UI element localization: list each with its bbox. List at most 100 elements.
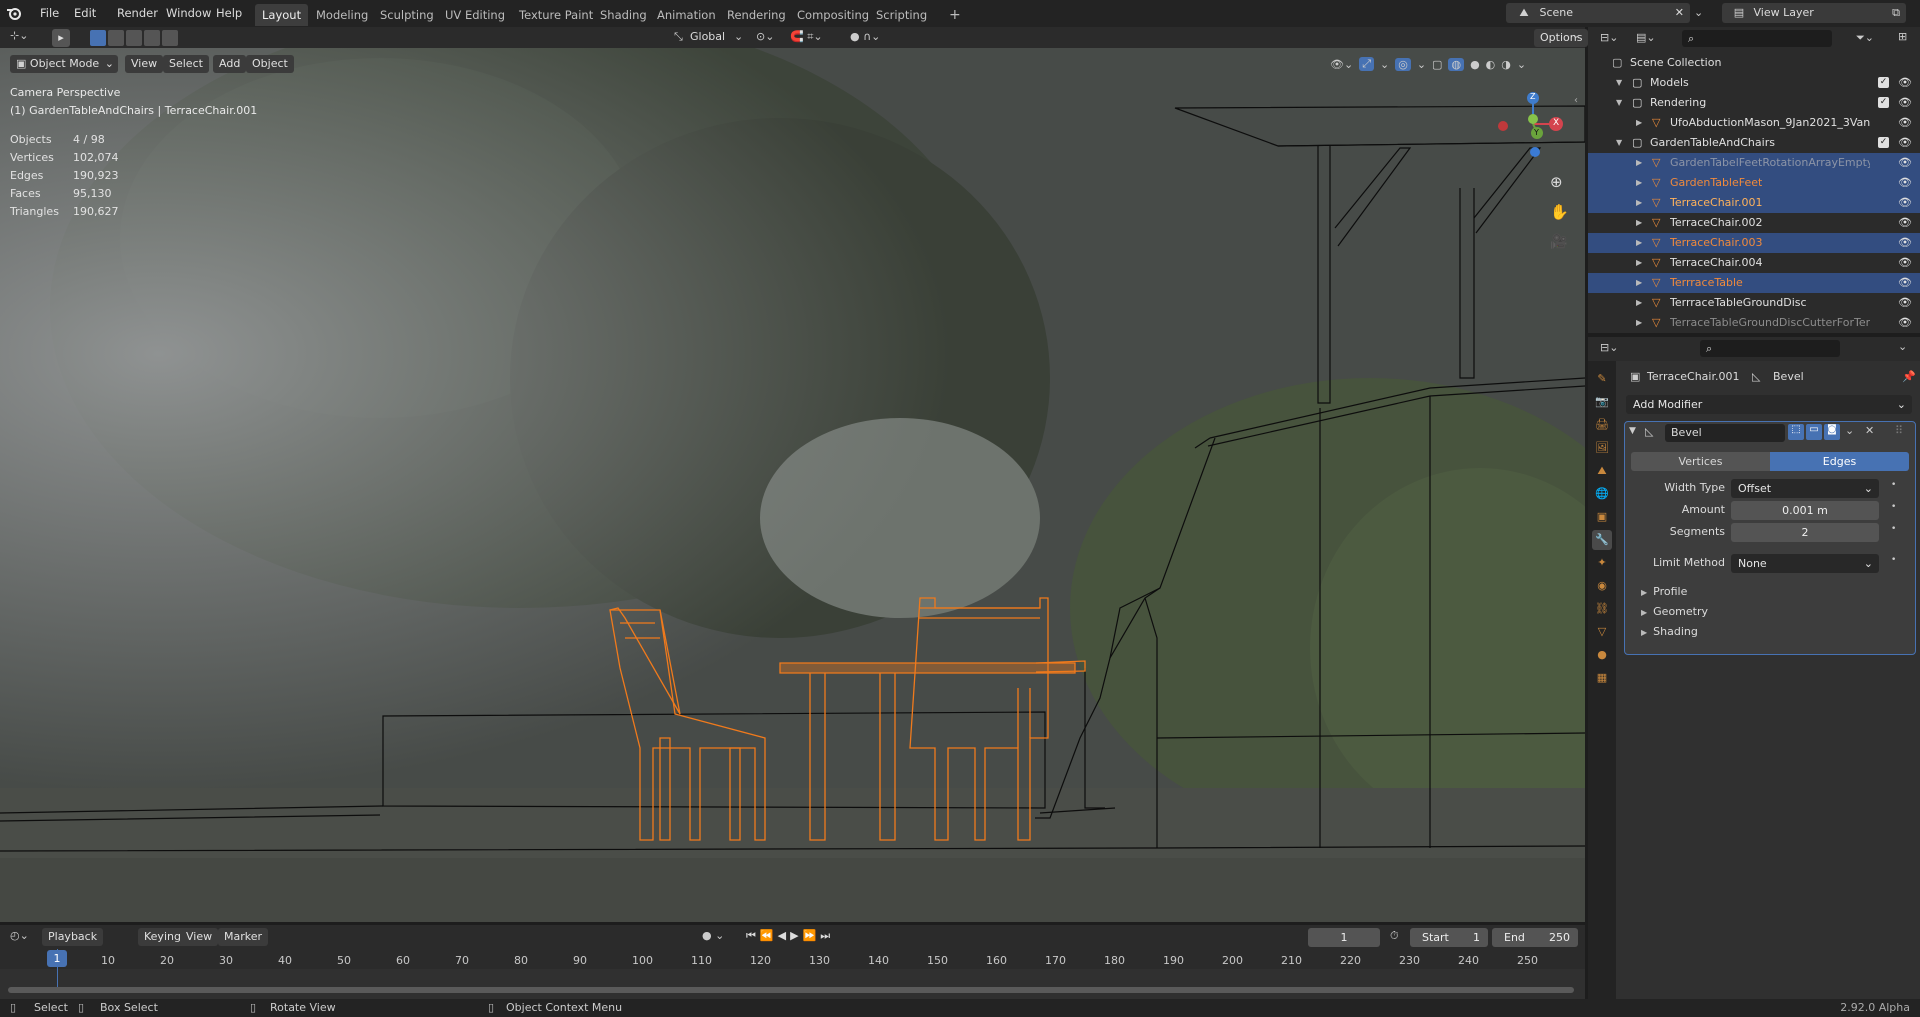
editmode-toggle-icon[interactable]: ⬚ xyxy=(1788,424,1804,440)
viewport-menu-select[interactable]: Select xyxy=(163,55,209,73)
expand-arrow-icon[interactable]: ▶ xyxy=(1636,193,1642,213)
expand-arrow-icon[interactable]: ▶ xyxy=(1636,273,1642,293)
sidebar-toggle-icon[interactable]: ‹ xyxy=(1574,95,1578,106)
chevron-down-icon[interactable]: ⌄ xyxy=(1572,31,1580,41)
expand-arrow-icon[interactable]: ▶ xyxy=(1636,213,1642,233)
navigation-gizmo[interactable]: Z X Y xyxy=(1490,86,1570,166)
world-tab-icon[interactable]: 🌐 xyxy=(1592,484,1612,504)
modifier-name-input[interactable]: Bevel xyxy=(1665,424,1785,442)
outliner-item[interactable]: ▶ ▽ GardenTableFeet 👁 xyxy=(1588,173,1920,193)
pivot-point-icon[interactable]: ⊙⌄ xyxy=(756,30,774,43)
chevron-down-icon[interactable]: ⌄ xyxy=(734,30,743,43)
keyframe-dot-icon[interactable]: • xyxy=(1891,524,1896,534)
material-tab-icon[interactable]: ● xyxy=(1592,645,1612,665)
expand-arrow-icon[interactable]: ▶ xyxy=(1636,233,1642,253)
subpanel-profile[interactable]: ▶ Profile xyxy=(1641,585,1687,598)
subpanel-geometry[interactable]: ▶ Geometry xyxy=(1641,605,1708,618)
eye-icon[interactable]: 👁 xyxy=(1898,313,1912,333)
tab-modeling[interactable]: Modeling xyxy=(309,4,375,26)
outliner-item[interactable]: ▶ ▽ TerrraceTable 👁 xyxy=(1588,273,1920,293)
outliner-scene-collection[interactable]: ▢ Scene Collection xyxy=(1588,53,1920,73)
menu-file[interactable]: File xyxy=(34,4,65,23)
eye-icon[interactable]: 👁 xyxy=(1898,173,1912,193)
eye-icon[interactable]: 👁 xyxy=(1898,253,1912,273)
new-selection-icon[interactable] xyxy=(90,30,106,46)
exclude-checkbox-icon[interactable]: ✓ xyxy=(1878,137,1889,148)
extend-selection-icon[interactable] xyxy=(108,30,124,46)
eye-icon[interactable]: 👁 xyxy=(1898,273,1912,293)
next-keyframe-icon[interactable]: ⏩ xyxy=(803,929,821,942)
jump-end-icon[interactable]: ⏭ xyxy=(820,929,834,942)
camera-view-icon[interactable]: 🎥 xyxy=(1550,234,1567,250)
subtract-selection-icon[interactable] xyxy=(126,30,142,46)
field-width-type[interactable]: Offset ⌄ xyxy=(1731,479,1879,498)
stopwatch-icon[interactable]: ⏱ xyxy=(1390,929,1399,943)
edges-tab[interactable]: Edges xyxy=(1770,452,1909,471)
solid-shading-icon[interactable]: ● xyxy=(1470,58,1480,71)
outliner-item[interactable]: ▼ ▢ Models ✓ 👁 xyxy=(1588,73,1920,93)
object-tab-icon[interactable]: ▣ xyxy=(1592,507,1612,527)
expand-arrow-icon[interactable]: ▶ xyxy=(1636,153,1642,173)
chevron-down-icon[interactable]: ⌄ xyxy=(1898,340,1907,353)
tool-tab-icon[interactable]: ✎ xyxy=(1592,369,1612,389)
outliner-item[interactable]: ▶ ▽ TerraceChair.001 👁 xyxy=(1588,193,1920,213)
view-layer-selector[interactable]: ▤ View Layer ⧉ xyxy=(1722,3,1906,23)
new-collection-icon[interactable]: ⊞ xyxy=(1898,30,1907,43)
intersect-selection-icon[interactable] xyxy=(162,30,178,46)
outliner-item[interactable]: ▼ ▢ Rendering ✓ 👁 xyxy=(1588,93,1920,113)
material-shading-icon[interactable]: ◐ xyxy=(1486,58,1496,71)
expand-arrow-icon[interactable]: ▶ xyxy=(1636,313,1642,333)
outliner-editor-icon[interactable]: ⊟⌄ xyxy=(1600,31,1618,44)
timeline-scrollbar[interactable] xyxy=(8,987,1574,993)
jump-start-icon[interactable]: ⏮ xyxy=(746,929,760,942)
outliner-item[interactable]: ▼ ▢ GardenTableAndChairs ✓ 👁 xyxy=(1588,133,1920,153)
outliner-item[interactable]: ▶ ▽ GardenTabelFeetRotationArrayEmpty 👁 xyxy=(1588,153,1920,173)
menu-render[interactable]: Render xyxy=(111,4,164,23)
eye-icon[interactable]: 👁 xyxy=(1898,193,1912,213)
eye-icon[interactable]: 👁 xyxy=(1898,293,1912,313)
expand-arrow-icon[interactable]: ▶ xyxy=(1636,113,1642,133)
proportional-edit-icon[interactable]: ● ∩⌄ xyxy=(850,30,880,43)
copy-icon[interactable]: ⧉ xyxy=(1892,3,1900,23)
keyframe-dot-icon[interactable]: • xyxy=(1891,555,1896,565)
rendered-shading-icon[interactable]: ◑ xyxy=(1501,58,1511,71)
add-modifier-dropdown[interactable]: Add Modifier ⌄ xyxy=(1626,395,1912,414)
viewport-menu-add[interactable]: Add xyxy=(213,55,247,73)
outliner-item[interactable]: ▶ ▽ UfoAbductionMason_9Jan2021_3Vanish 👁 xyxy=(1588,113,1920,133)
keyframe-dot-icon[interactable]: • xyxy=(1891,480,1896,490)
orientation-dropdown[interactable]: Global xyxy=(690,30,725,43)
editor-type-icon[interactable]: ⊹⌄ xyxy=(10,29,28,42)
viewport-toggle-icon[interactable]: ▭ xyxy=(1806,424,1822,440)
chevron-down-icon[interactable]: ⌄ xyxy=(1845,424,1854,437)
tab-scripting[interactable]: Scripting xyxy=(869,4,934,26)
expand-arrow-icon[interactable]: ▶ xyxy=(1636,173,1642,193)
expand-arrow-icon[interactable]: ▼ xyxy=(1616,73,1622,93)
eye-icon[interactable]: 👁 xyxy=(1898,113,1912,133)
object-mode-dropdown[interactable]: ▣ Object Mode ⌄ xyxy=(10,55,118,73)
expand-arrow-icon[interactable]: ▼ xyxy=(1616,133,1622,153)
options-button[interactable]: Options xyxy=(1534,29,1589,47)
chevron-down-icon[interactable]: ⌄ xyxy=(1380,58,1389,71)
timeline-editor-icon[interactable]: ◴⌄ xyxy=(10,929,29,942)
eye-icon[interactable]: 👁 xyxy=(1898,93,1912,113)
blender-logo-icon[interactable] xyxy=(6,5,22,21)
end-frame-input[interactable]: End 250 xyxy=(1492,928,1578,947)
field-limit-method[interactable]: None ⌄ xyxy=(1731,554,1879,573)
scene-selector[interactable]: ⛰ Scene ✕ xyxy=(1506,3,1690,23)
chevron-down-icon[interactable]: ⌄ xyxy=(1417,58,1426,71)
visibility-icon[interactable]: 👁⌄ xyxy=(1330,58,1353,71)
outliner-item[interactable]: ▶ ▽ TerraceChair.003 👁 xyxy=(1588,233,1920,253)
scene-tab-icon[interactable]: ⛰ xyxy=(1592,461,1612,481)
menu-edit[interactable]: Edit xyxy=(68,4,102,23)
filter-icon[interactable]: ⏷⌄ xyxy=(1856,31,1874,45)
select-tool-icon[interactable]: ▸ xyxy=(52,29,70,47)
keyframe-dot-icon[interactable]: • xyxy=(1891,502,1896,512)
outliner-search-input[interactable]: ⌕ xyxy=(1682,30,1832,47)
wireframe-shading-icon[interactable]: ◍ xyxy=(1448,57,1465,71)
tab-compositing[interactable]: Compositing xyxy=(790,4,876,26)
eye-icon[interactable]: 👁 xyxy=(1898,153,1912,173)
exclude-checkbox-icon[interactable]: ✓ xyxy=(1878,77,1889,88)
play-reverse-icon[interactable]: ◀ xyxy=(778,929,790,942)
xray-icon[interactable]: ▢ xyxy=(1432,58,1442,71)
output-tab-icon[interactable]: 🖨 xyxy=(1592,415,1612,435)
